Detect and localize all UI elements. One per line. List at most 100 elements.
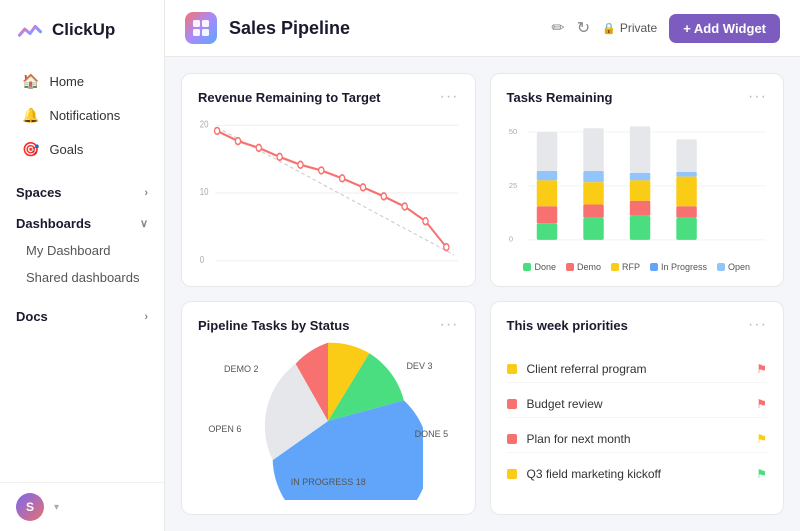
tasks-widget: Tasks Remaining ··· 50 25 0 bbox=[490, 73, 785, 287]
priority-item-1: Client referral program ⚑ bbox=[507, 356, 768, 383]
sidebar-footer[interactable]: S ▾ bbox=[0, 482, 164, 531]
priorities-widget-title: This week priorities bbox=[507, 318, 628, 333]
legend-in-progress: In Progress bbox=[650, 262, 707, 272]
priority-text-3: Plan for next month bbox=[527, 432, 747, 446]
shared-dashboards-label: Shared dashboards bbox=[26, 270, 139, 285]
priorities-widget-menu[interactable]: ··· bbox=[748, 316, 767, 334]
avatar[interactable]: S bbox=[16, 493, 44, 521]
tasks-widget-menu[interactable]: ··· bbox=[748, 88, 767, 106]
refresh-icon: ↻ bbox=[577, 18, 590, 38]
legend-in-progress-label: In Progress bbox=[661, 262, 707, 272]
sidebar-item-home[interactable]: 🏠 Home bbox=[6, 65, 158, 98]
edit-icon: ✏ bbox=[551, 18, 564, 38]
pipeline-widget-title: Pipeline Tasks by Status bbox=[198, 318, 349, 333]
tasks-chart-svg: 50 25 0 bbox=[507, 114, 768, 256]
legend-in-progress-dot bbox=[650, 263, 658, 271]
spaces-label: Spaces bbox=[16, 185, 62, 200]
privacy-button[interactable]: 🔒 Private bbox=[602, 21, 657, 35]
legend-rfp-dot bbox=[611, 263, 619, 271]
priorities-widget: This week priorities ··· Client referral… bbox=[490, 301, 785, 515]
priority-text-4: Q3 field marketing kickoff bbox=[527, 467, 747, 481]
priority-text-1: Client referral program bbox=[527, 362, 747, 376]
pipeline-widget-header: Pipeline Tasks by Status ··· bbox=[198, 316, 459, 334]
legend-open: Open bbox=[717, 262, 750, 272]
legend-open-label: Open bbox=[728, 262, 750, 272]
docs-section[interactable]: Docs › bbox=[0, 299, 164, 330]
priority-dot-4 bbox=[507, 469, 517, 479]
svg-text:0: 0 bbox=[508, 235, 512, 244]
legend-done-label: Done bbox=[534, 262, 556, 272]
legend-rfp: RFP bbox=[611, 262, 640, 272]
svg-text:20: 20 bbox=[200, 119, 209, 130]
spaces-section[interactable]: Spaces › bbox=[0, 175, 164, 206]
add-widget-button[interactable]: + Add Widget bbox=[669, 14, 780, 43]
revenue-widget-title: Revenue Remaining to Target bbox=[198, 90, 381, 105]
my-dashboard-label: My Dashboard bbox=[26, 243, 111, 258]
tasks-widget-header: Tasks Remaining ··· bbox=[507, 88, 768, 106]
docs-label: Docs bbox=[16, 309, 48, 324]
priority-item-2: Budget review ⚑ bbox=[507, 391, 768, 418]
home-icon: 🏠 bbox=[22, 73, 39, 90]
refresh-button[interactable]: ↻ bbox=[577, 18, 590, 38]
legend-open-dot bbox=[717, 263, 725, 271]
priority-dot-3 bbox=[507, 434, 517, 444]
lock-icon: 🔒 bbox=[602, 22, 616, 35]
svg-text:25: 25 bbox=[508, 181, 516, 190]
clickup-logo-icon bbox=[16, 16, 44, 44]
legend-done-dot bbox=[523, 263, 531, 271]
sidebar-logo[interactable]: ClickUp bbox=[0, 0, 164, 56]
priority-list: Client referral program ⚑ Budget review … bbox=[507, 342, 768, 500]
sidebar-item-goals[interactable]: 🎯 Goals bbox=[6, 133, 158, 166]
legend-demo-label: Demo bbox=[577, 262, 601, 272]
page-header: Sales Pipeline ✏ ↻ 🔒 Private + Add Widge… bbox=[165, 0, 800, 57]
revenue-widget-menu[interactable]: ··· bbox=[440, 88, 459, 106]
dashboard-grid: Revenue Remaining to Target ··· 20 10 0 bbox=[165, 57, 800, 531]
sidebar-nav: 🏠 Home 🔔 Notifications 🎯 Goals Spaces › … bbox=[0, 56, 164, 482]
sidebar-item-goals-label: Goals bbox=[49, 142, 83, 157]
priorities-widget-header: This week priorities ··· bbox=[507, 316, 768, 334]
bar-legend: Done Demo RFP In Progress bbox=[507, 262, 768, 272]
header-actions: ✏ ↻ 🔒 Private + Add Widget bbox=[551, 14, 780, 43]
docs-chevron-icon: › bbox=[144, 311, 148, 323]
priority-flag-4: ⚑ bbox=[756, 467, 767, 481]
pipeline-widget: Pipeline Tasks by Status ··· bbox=[181, 301, 476, 515]
revenue-chart-area: 20 10 0 bbox=[198, 114, 459, 272]
spaces-chevron-icon: › bbox=[144, 187, 148, 199]
tasks-chart-area: 50 25 0 bbox=[507, 114, 768, 272]
goals-icon: 🎯 bbox=[22, 141, 39, 158]
legend-demo: Demo bbox=[566, 262, 601, 272]
priority-item-4: Q3 field marketing kickoff ⚑ bbox=[507, 461, 768, 487]
dashboards-section[interactable]: Dashboards ∨ bbox=[0, 206, 164, 237]
legend-rfp-label: RFP bbox=[622, 262, 640, 272]
svg-text:50: 50 bbox=[508, 127, 516, 136]
priority-dot-1 bbox=[507, 364, 517, 374]
dashboards-label: Dashboards bbox=[16, 216, 91, 231]
sidebar-item-shared-dashboards[interactable]: Shared dashboards bbox=[0, 264, 164, 291]
app-name: ClickUp bbox=[52, 20, 115, 40]
legend-done: Done bbox=[523, 262, 556, 272]
edit-button[interactable]: ✏ bbox=[551, 18, 564, 38]
svg-text:0: 0 bbox=[200, 254, 204, 265]
revenue-chart-svg: 20 10 0 bbox=[198, 114, 459, 272]
tasks-widget-title: Tasks Remaining bbox=[507, 90, 613, 105]
bell-icon: 🔔 bbox=[22, 107, 39, 124]
dashboards-chevron-icon: ∨ bbox=[140, 217, 148, 230]
sidebar-item-my-dashboard[interactable]: My Dashboard bbox=[0, 237, 164, 264]
legend-demo-dot bbox=[566, 263, 574, 271]
revenue-widget-header: Revenue Remaining to Target ··· bbox=[198, 88, 459, 106]
priority-flag-1: ⚑ bbox=[756, 362, 767, 376]
sidebar-item-notifications[interactable]: 🔔 Notifications bbox=[6, 99, 158, 132]
avatar-chevron-icon: ▾ bbox=[54, 502, 59, 513]
priority-flag-2: ⚑ bbox=[756, 397, 767, 411]
priority-dot-2 bbox=[507, 399, 517, 409]
pipeline-widget-menu[interactable]: ··· bbox=[440, 316, 459, 334]
priority-item-3: Plan for next month ⚑ bbox=[507, 426, 768, 453]
svg-text:10: 10 bbox=[200, 186, 209, 197]
privacy-label: Private bbox=[620, 21, 657, 35]
sidebar-item-notifications-label: Notifications bbox=[49, 108, 120, 123]
sidebar-item-home-label: Home bbox=[49, 74, 84, 89]
priority-text-2: Budget review bbox=[527, 397, 747, 411]
sidebar: ClickUp 🏠 Home 🔔 Notifications 🎯 Goals S… bbox=[0, 0, 165, 531]
revenue-widget: Revenue Remaining to Target ··· 20 10 0 bbox=[181, 73, 476, 287]
page-title: Sales Pipeline bbox=[229, 18, 539, 39]
